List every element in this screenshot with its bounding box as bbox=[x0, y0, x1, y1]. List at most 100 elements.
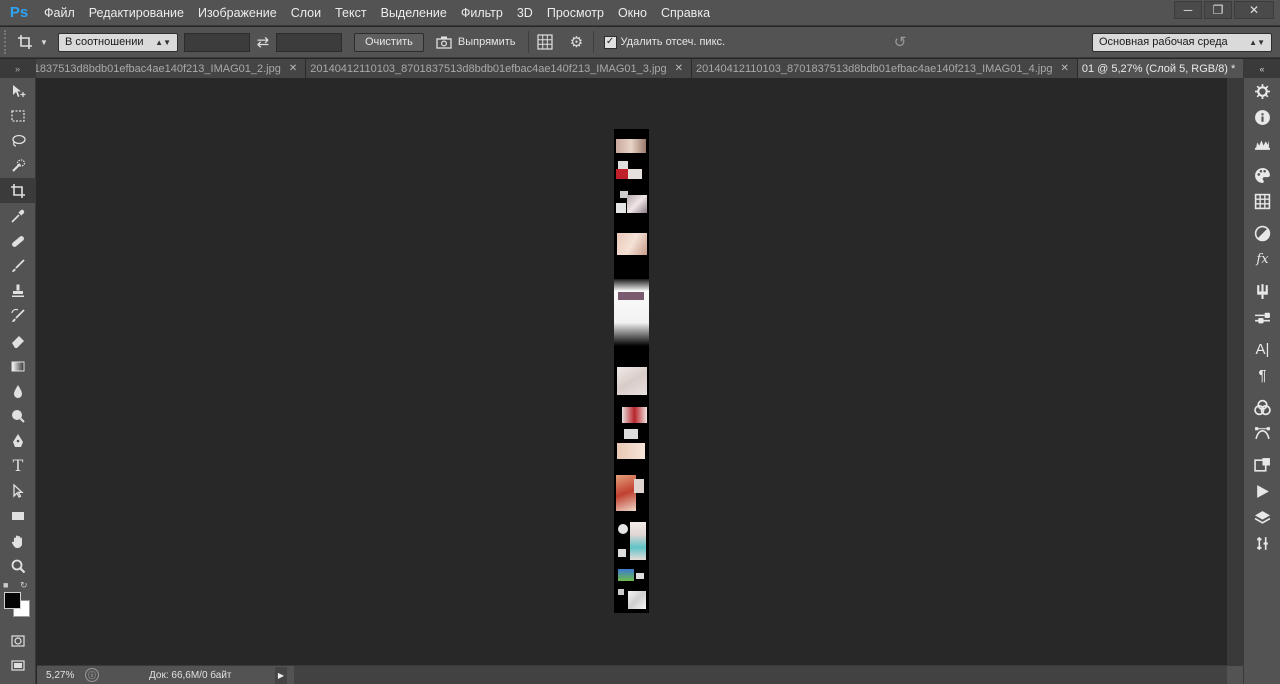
tab-document[interactable]: 20140412110103_8701837513d8bdb01efbac4ae… bbox=[306, 59, 693, 78]
styles-icon[interactable]: fx bbox=[1244, 246, 1280, 272]
tab-label: 20140412110103_8701837513d8bdb01efbac4ae… bbox=[310, 62, 667, 75]
menu-help[interactable]: Справка bbox=[654, 0, 717, 26]
menu-window[interactable]: Окно bbox=[611, 0, 654, 26]
screen-mode-icon[interactable] bbox=[0, 653, 36, 678]
menu-3d[interactable]: 3D bbox=[510, 0, 540, 26]
straighten-label[interactable]: Выпрямить bbox=[458, 36, 516, 48]
width-field[interactable] bbox=[184, 32, 250, 52]
menu-file[interactable]: Файл bbox=[34, 0, 82, 26]
overlay-grid-icon[interactable] bbox=[529, 34, 561, 50]
zoom-level[interactable]: 5,27% bbox=[37, 670, 83, 681]
history-icon[interactable] bbox=[1244, 78, 1280, 104]
color-icon[interactable] bbox=[1244, 162, 1280, 188]
type-icon[interactable]: T bbox=[0, 453, 36, 478]
swatches-icon[interactable] bbox=[1244, 130, 1280, 156]
marquee-icon[interactable] bbox=[0, 103, 36, 128]
restore-icon[interactable]: ❐ bbox=[1204, 1, 1232, 19]
menu-view[interactable]: Просмотр bbox=[540, 0, 611, 26]
clear-button[interactable]: Очистить bbox=[354, 32, 424, 52]
layer-comps-icon[interactable] bbox=[1244, 530, 1280, 556]
ratio-select-value: В соотношении bbox=[65, 36, 144, 48]
tools-expand-icon[interactable]: » bbox=[0, 59, 35, 78]
menu-select[interactable]: Выделение bbox=[374, 0, 454, 26]
path-select-icon[interactable] bbox=[0, 478, 36, 503]
actions-icon[interactable] bbox=[1244, 478, 1280, 504]
menu-filter[interactable]: Фильтр bbox=[454, 0, 510, 26]
crop-icon[interactable] bbox=[0, 178, 36, 203]
blur-icon[interactable] bbox=[0, 378, 36, 403]
vertical-scrollbar[interactable] bbox=[1227, 78, 1243, 684]
tool-presets-icon[interactable] bbox=[1244, 452, 1280, 478]
stamp-icon[interactable] bbox=[0, 278, 36, 303]
ratio-select[interactable]: В соотношении ▲▼ bbox=[58, 32, 178, 52]
close-tab-icon[interactable]: ✕ bbox=[1060, 63, 1068, 74]
canvas-image-fragment bbox=[618, 292, 644, 300]
close-tab-icon[interactable]: ✕ bbox=[289, 63, 297, 74]
delete-cropped-checkbox[interactable]: ✓ bbox=[603, 35, 617, 49]
workspace-select[interactable]: Основная рабочая среда ▲▼ bbox=[1092, 32, 1272, 52]
pen-icon[interactable] bbox=[0, 428, 36, 453]
brush-icon[interactable] bbox=[0, 253, 36, 278]
chevron-updown-icon: ▲▼ bbox=[1249, 37, 1265, 47]
menu-image[interactable]: Изображение bbox=[191, 0, 284, 26]
reset-icon[interactable]: ↺ bbox=[885, 33, 915, 51]
adjustments-icon[interactable] bbox=[1244, 220, 1280, 246]
proof-icon[interactable]: ⓘ bbox=[85, 668, 99, 682]
delete-cropped-label[interactable]: Удалить отсеч. пикс. bbox=[621, 36, 726, 48]
canvas-area[interactable] bbox=[37, 78, 1227, 665]
move-icon[interactable] bbox=[0, 78, 36, 103]
document-canvas[interactable] bbox=[614, 129, 649, 613]
paragraph-icon[interactable]: ¶ bbox=[1244, 362, 1280, 388]
options-grip[interactable] bbox=[4, 30, 12, 54]
panels-expand-icon[interactable]: « bbox=[1244, 59, 1280, 78]
tab-document[interactable]: 20140412110103_8701837513d8bdb01efbac4ae… bbox=[692, 59, 1078, 78]
gradient-icon[interactable] bbox=[0, 353, 36, 378]
status-menu-arrow-icon[interactable]: ▶ bbox=[275, 666, 287, 684]
menu-edit[interactable]: Редактирование bbox=[82, 0, 191, 26]
layers-icon[interactable] bbox=[1244, 504, 1280, 530]
dodge-icon[interactable] bbox=[0, 403, 36, 428]
character-icon[interactable]: A| bbox=[1244, 336, 1280, 362]
eraser-icon[interactable] bbox=[0, 328, 36, 353]
lasso-icon[interactable] bbox=[0, 128, 36, 153]
default-colors-icon[interactable]: ■ bbox=[3, 580, 8, 590]
rectangle-icon[interactable] bbox=[0, 503, 36, 528]
foreground-color-swatch[interactable] bbox=[4, 592, 21, 609]
photoshop-logo: Ps bbox=[9, 4, 29, 21]
close-icon[interactable]: ✕ bbox=[1234, 1, 1274, 19]
brushes-icon[interactable] bbox=[1244, 278, 1280, 304]
menu-bar: Ps Файл Редактирование Изображение Слои … bbox=[0, 0, 1280, 26]
divider bbox=[592, 31, 594, 53]
menu-layers[interactable]: Слои bbox=[284, 0, 328, 26]
swap-dimensions-icon[interactable]: ⇄ bbox=[250, 33, 276, 51]
straighten-icon[interactable] bbox=[430, 35, 458, 49]
minimize-icon[interactable]: ─ bbox=[1174, 1, 1202, 19]
swap-colors-icon[interactable]: ↻ bbox=[20, 580, 28, 591]
hand-icon[interactable] bbox=[0, 528, 36, 553]
info-icon[interactable] bbox=[1244, 104, 1280, 130]
chevron-updown-icon: ▲▼ bbox=[155, 37, 171, 47]
tab-document-active[interactable]: 01 @ 5,27% (Слой 5, RGB/8) *✕ bbox=[1077, 59, 1261, 78]
channels-icon[interactable] bbox=[1244, 394, 1280, 420]
zoom-icon[interactable] bbox=[0, 553, 36, 578]
tab-label: 1837513d8bdb01efbac4ae140f213_IMAG01_2.j… bbox=[33, 62, 281, 75]
eyedropper-icon[interactable] bbox=[0, 203, 36, 228]
document-info: Док: 66,6M/0 байт bbox=[149, 669, 232, 681]
menu-type[interactable]: Текст bbox=[328, 0, 373, 26]
canvas-image-fragment bbox=[624, 429, 638, 439]
quick-select-icon[interactable] bbox=[0, 153, 36, 178]
preset-dropdown-arrow-icon[interactable]: ▼ bbox=[38, 38, 50, 47]
healing-icon[interactable] bbox=[0, 228, 36, 253]
gear-icon[interactable]: ⚙ bbox=[561, 33, 593, 51]
horizontal-scrollbar[interactable] bbox=[294, 666, 1227, 684]
crop-tool-preset-icon[interactable] bbox=[12, 34, 38, 50]
paths-icon[interactable] bbox=[1244, 420, 1280, 446]
tab-document[interactable]: 1837513d8bdb01efbac4ae140f213_IMAG01_2.j… bbox=[29, 59, 307, 78]
height-field[interactable] bbox=[276, 32, 342, 52]
grid-icon[interactable] bbox=[1244, 188, 1280, 214]
canvas-image-fragment bbox=[627, 195, 647, 213]
quick-mask-icon[interactable] bbox=[0, 628, 36, 653]
history-brush-icon[interactable] bbox=[0, 303, 36, 328]
close-tab-icon[interactable]: ✕ bbox=[675, 63, 683, 74]
brush-presets-icon[interactable] bbox=[1244, 304, 1280, 330]
